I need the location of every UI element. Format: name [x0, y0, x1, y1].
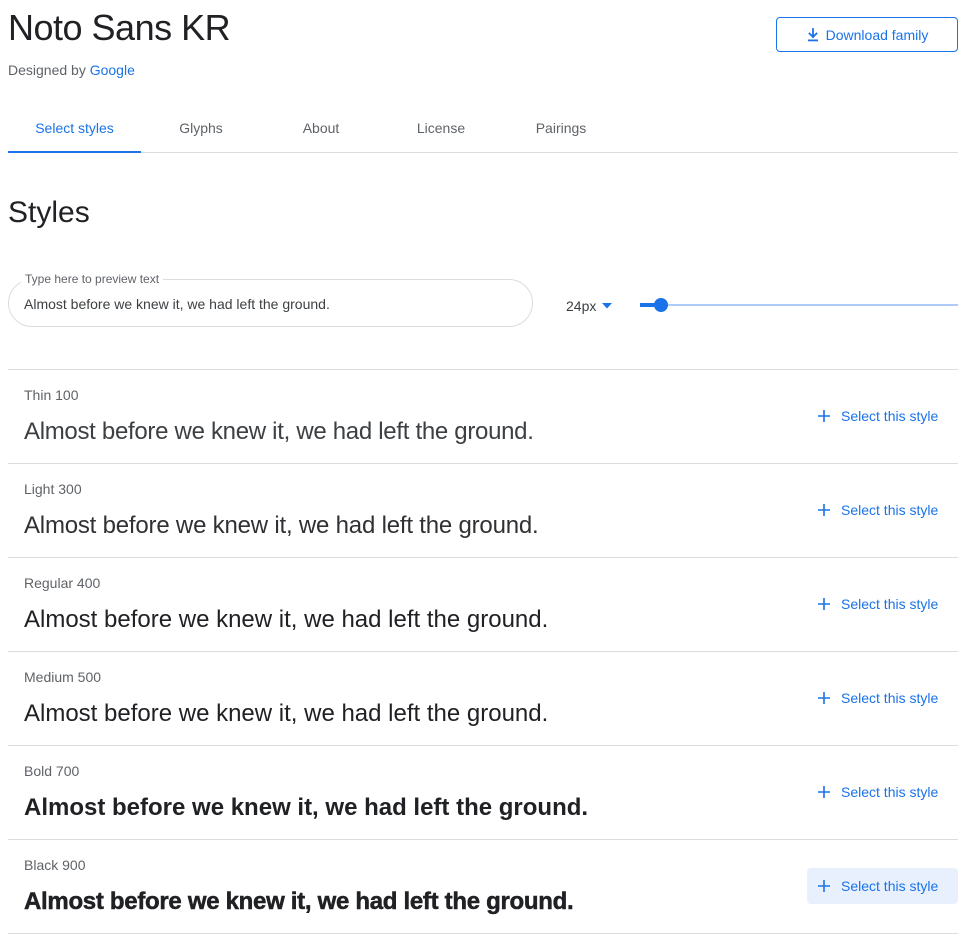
style-row: Light 300 Almost before we knew it, we h… [8, 464, 958, 558]
designer-prefix: Designed by [8, 62, 90, 78]
designer-line: Designed by Google [8, 61, 135, 79]
select-this-style-label: Select this style [841, 878, 939, 894]
download-family-label: Download family [825, 26, 929, 43]
download-family-button[interactable]: Download family [776, 17, 958, 52]
select-this-style-button[interactable]: Select this style [807, 868, 958, 904]
select-this-style-label: Select this style [841, 502, 939, 518]
style-name: Black 900 [24, 857, 86, 873]
font-size-slider[interactable] [640, 296, 958, 314]
select-this-style-button[interactable]: Select this style [807, 586, 958, 622]
caret-down-icon [602, 303, 613, 309]
preview-text-input[interactable] [24, 293, 514, 315]
plus-icon [818, 786, 830, 798]
select-this-style-label: Select this style [841, 596, 939, 612]
style-name: Light 300 [24, 481, 82, 497]
slider-track [640, 304, 958, 306]
plus-icon [818, 504, 830, 516]
font-size-value: 24px [566, 298, 597, 314]
style-preview-sample: Almost before we knew it, we had left th… [24, 512, 539, 539]
preview-text-field: Type here to preview text [8, 272, 533, 327]
style-row: Medium 500 Almost before we knew it, we … [8, 652, 958, 746]
plus-icon [818, 880, 830, 892]
family-title: Noto Sans KR [8, 7, 231, 48]
preview-text-label: Type here to preview text [21, 272, 164, 286]
style-name: Bold 700 [24, 763, 80, 779]
style-name: Thin 100 [24, 387, 79, 403]
select-this-style-button[interactable]: Select this style [807, 680, 958, 716]
plus-icon [818, 410, 830, 422]
designer-link[interactable]: Google [90, 62, 135, 78]
styles-list: Thin 100 Almost before we knew it, we ha… [8, 369, 958, 934]
select-this-style-label: Select this style [841, 784, 939, 800]
plus-icon [818, 692, 830, 704]
plus-icon [818, 598, 830, 610]
tab-select-styles[interactable]: Select styles [8, 104, 141, 153]
tab-about[interactable]: About [261, 104, 381, 152]
select-this-style-button[interactable]: Select this style [807, 398, 958, 434]
tab-pairings[interactable]: Pairings [501, 104, 621, 152]
font-size-dropdown[interactable]: 24px [566, 293, 613, 319]
style-row: Thin 100 Almost before we knew it, we ha… [8, 370, 958, 464]
tab-glyphs[interactable]: Glyphs [141, 104, 261, 152]
select-this-style-label: Select this style [841, 690, 939, 706]
slider-thumb[interactable] [653, 298, 668, 312]
styles-heading: Styles [8, 196, 90, 229]
select-this-style-label: Select this style [841, 408, 939, 424]
style-preview-sample: Almost before we knew it, we had left th… [24, 794, 589, 821]
download-icon [807, 27, 818, 41]
style-preview-sample: Almost before we knew it, we had left th… [24, 888, 574, 916]
style-name: Regular 400 [24, 575, 101, 591]
style-row: Black 900 Almost before we knew it, we h… [8, 840, 958, 934]
style-preview-sample: Almost before we knew it, we had left th… [24, 700, 549, 727]
tab-bar: Select styles Glyphs About License Pairi… [8, 104, 958, 153]
style-preview-sample: Almost before we knew it, we had left th… [24, 418, 534, 445]
style-name: Medium 500 [24, 669, 102, 685]
select-this-style-button[interactable]: Select this style [807, 492, 958, 528]
tab-license[interactable]: License [381, 104, 501, 152]
style-preview-sample: Almost before we knew it, we had left th… [24, 606, 549, 633]
style-row: Regular 400 Almost before we knew it, we… [8, 558, 958, 652]
select-this-style-button[interactable]: Select this style [807, 774, 958, 810]
style-row: Bold 700 Almost before we knew it, we ha… [8, 746, 958, 840]
